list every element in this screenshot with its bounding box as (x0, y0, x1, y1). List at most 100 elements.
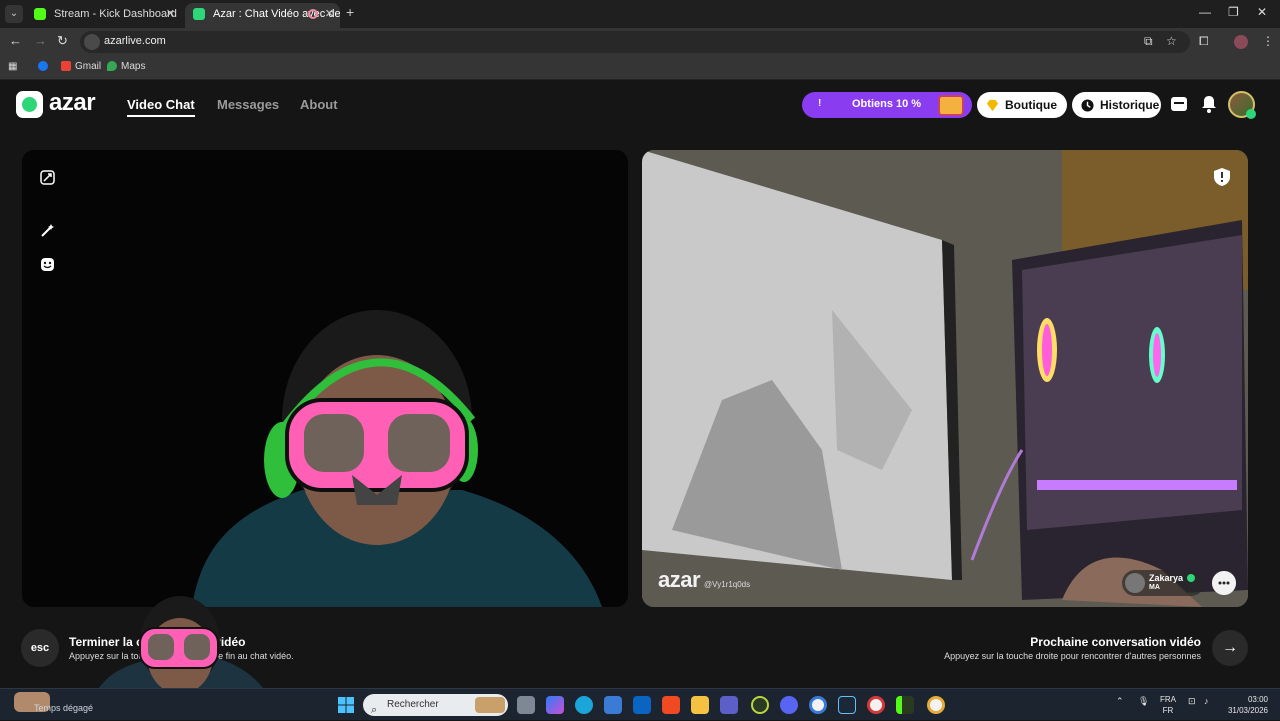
browser-tab-strip: ⌄ Stream - Kick Dashboard ✕ Azar : Chat … (0, 0, 1280, 28)
browser-tab-azar[interactable]: Azar : Chat Vidéo avec de n ✕ (185, 3, 340, 28)
treasure-chest-icon (938, 95, 964, 116)
discord-icon[interactable] (780, 696, 798, 714)
promo-button[interactable]: ! Obtiens 10 % (802, 92, 972, 118)
promo-alert-icon: ! (818, 98, 822, 109)
historique-button[interactable]: Historique (1072, 92, 1161, 118)
edge-icon[interactable] (575, 696, 593, 714)
outlook-icon[interactable] (633, 696, 651, 714)
restore-button[interactable]: ❐ (1228, 5, 1239, 19)
browser-tab-kick[interactable]: Stream - Kick Dashboard ✕ (26, 3, 181, 28)
cast-icon[interactable]: ⧉ (1144, 35, 1157, 48)
store-icon[interactable] (604, 696, 622, 714)
copilot-icon[interactable] (546, 696, 564, 714)
historique-label: Historique (1100, 98, 1160, 112)
next-chat-hint: Appuyez sur la touche droite pour rencon… (944, 651, 1201, 661)
report-shield-icon[interactable] (1214, 168, 1230, 186)
watermark-id: @Vy1r1q0ds (704, 580, 751, 589)
azar-logo-text[interactable]: azar (49, 89, 96, 117)
back-icon[interactable]: ← (9, 33, 22, 48)
face-filter-icon[interactable] (40, 257, 55, 272)
bookmark-star-icon[interactable]: ☆ (1166, 35, 1179, 48)
bookmark-gmail[interactable]: Gmail (61, 61, 101, 72)
address-bar[interactable]: azarlive.com (80, 31, 1190, 53)
brave-icon[interactable] (662, 696, 680, 714)
esc-key-button[interactable]: esc (21, 629, 59, 667)
weather-text[interactable]: Temps dégagé (34, 703, 93, 713)
azar-watermark: azar @Vy1r1q0ds (658, 567, 751, 592)
chrome-menu-icon[interactable]: ⋮ (1262, 35, 1275, 48)
close-tab-icon[interactable]: ✕ (325, 3, 334, 25)
windows-start-icon[interactable] (338, 697, 354, 713)
browser-toolbar: ← → ↻ azarlive.com ⧉ ☆ ⧠ ⋮ (0, 28, 1280, 56)
azar-logo-icon[interactable] (16, 91, 43, 118)
facebook-icon (38, 61, 48, 71)
azar-header: azar Video Chat Messages About ! Obtiens… (0, 80, 1280, 135)
bookmark-maps[interactable]: Maps (107, 61, 145, 72)
nav-messages[interactable]: Messages (217, 97, 279, 112)
streamer-webcam-image (192, 310, 602, 607)
reload-icon[interactable]: ↻ (57, 33, 68, 49)
close-tab-icon[interactable]: ✕ (166, 3, 175, 25)
gmail-icon (61, 61, 71, 71)
self-video (22, 150, 628, 607)
chrome-profile-icon[interactable] (867, 696, 885, 714)
show-hidden-icons-icon[interactable]: ⌃ (1116, 696, 1124, 707)
bookmarks-bar: ▦ Gmail Maps (0, 56, 1280, 80)
kick-icon[interactable] (896, 696, 914, 714)
taskbar-search[interactable]: ⌕ Rechercher (363, 694, 508, 716)
minimize-video-icon[interactable] (40, 170, 55, 185)
app-icon[interactable] (751, 696, 769, 714)
partner-webcam-image (642, 150, 1248, 607)
recording-indicator-icon (308, 9, 318, 19)
new-tab-button[interactable]: + (346, 4, 354, 20)
forward-icon[interactable]: → (34, 33, 47, 48)
boutique-label: Boutique (1005, 98, 1057, 112)
gem-icon (986, 99, 999, 112)
microphone-icon[interactable]: 🎙 (1138, 696, 1149, 707)
file-explorer-icon[interactable] (691, 696, 709, 714)
magic-wand-icon[interactable] (40, 223, 55, 238)
maps-icon (107, 61, 117, 71)
extensions-icon[interactable]: ⧠ (1199, 35, 1212, 48)
online-status-icon (1246, 109, 1256, 119)
network-icon[interactable]: ⊡ (1188, 696, 1196, 707)
nav-video-chat[interactable]: Video Chat (127, 97, 195, 117)
system-clock[interactable]: 03:00 31/03/2026 (1226, 694, 1268, 716)
kick-favicon-icon (34, 8, 46, 20)
chat-bubble-icon[interactable] (1212, 571, 1236, 595)
tab-search-button[interactable]: ⌄ (5, 5, 23, 23)
profile-avatar-icon[interactable] (1234, 35, 1248, 49)
tab-title: Stream - Kick Dashboard (54, 8, 177, 20)
partner-profile-chip[interactable]: Zakarya MA (1122, 570, 1204, 596)
chrome-icon[interactable] (809, 696, 827, 714)
language-indicator[interactable]: FRA FR (1160, 694, 1176, 716)
tab-title: Azar : Chat Vidéo avec de n (213, 8, 340, 20)
search-icon: ⌕ (371, 704, 378, 716)
site-info-icon[interactable] (84, 34, 100, 50)
partner-name: Zakarya (1149, 573, 1184, 583)
verified-badge-icon (1187, 574, 1195, 582)
clock-icon (1081, 99, 1094, 112)
apps-grid-icon[interactable]: ▦ (8, 61, 17, 72)
bell-icon[interactable] (1200, 95, 1218, 113)
next-chat-button[interactable]: → (1212, 630, 1248, 666)
task-view-icon[interactable] (517, 696, 535, 714)
partner-video: azar @Vy1r1q0ds Zakarya MA (642, 150, 1248, 607)
search-highlight-icon (475, 697, 505, 713)
volume-icon[interactable]: ♪ (1204, 696, 1209, 706)
nav-about[interactable]: About (300, 97, 338, 112)
teams-icon[interactable] (720, 696, 738, 714)
search-placeholder: Rechercher (387, 699, 439, 710)
minimize-button[interactable]: — (1199, 5, 1211, 19)
inbox-icon[interactable] (1170, 95, 1188, 113)
streamer-facecam-overlay (92, 596, 272, 702)
url-text: azarlive.com (104, 35, 166, 47)
user-avatar[interactable] (1228, 91, 1256, 119)
partner-avatar (1125, 573, 1145, 593)
close-window-button[interactable]: ✕ (1257, 5, 1267, 19)
promo-label: Obtiens 10 % (852, 98, 922, 110)
boutique-button[interactable]: Boutique (977, 92, 1067, 118)
steam-icon[interactable] (838, 696, 856, 714)
azar-favicon-icon (193, 8, 205, 20)
chrome-profile-2-icon[interactable] (927, 696, 945, 714)
